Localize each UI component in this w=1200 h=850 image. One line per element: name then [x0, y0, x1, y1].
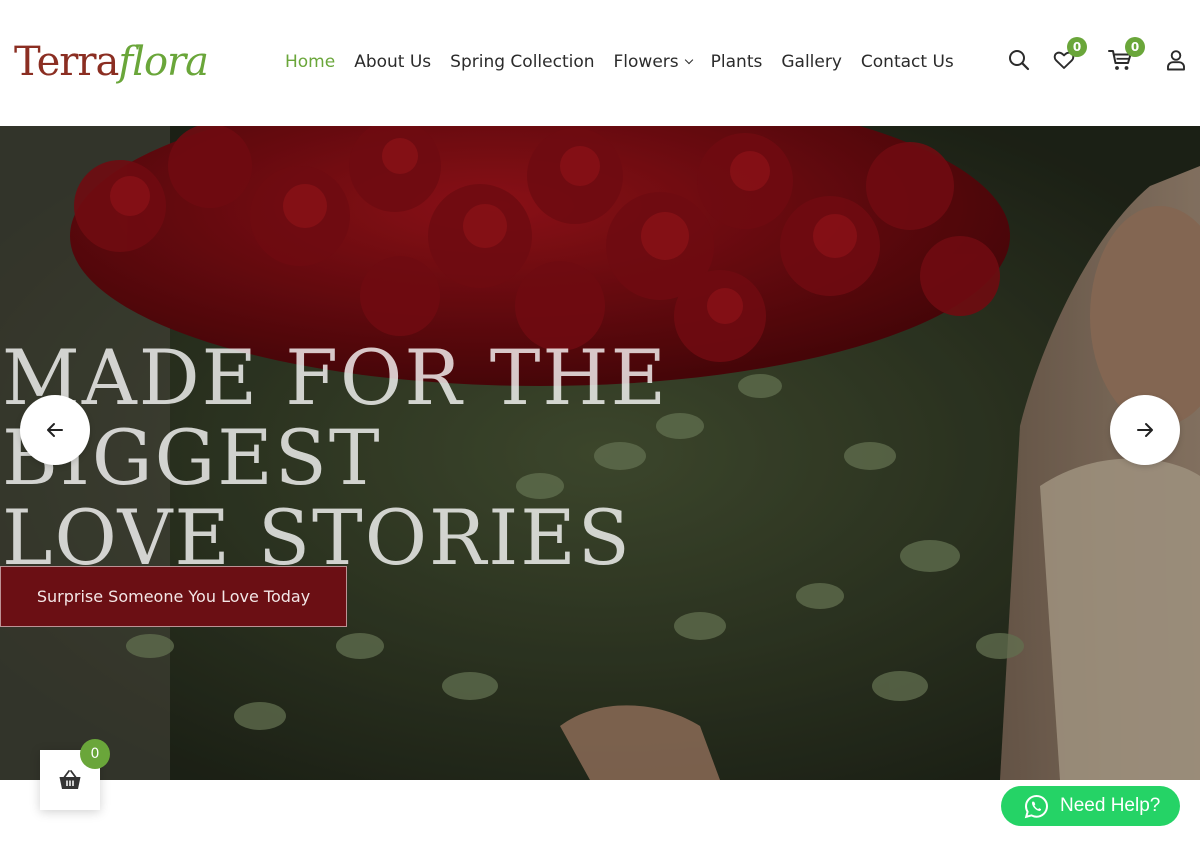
- nav-item-contact-us[interactable]: Contact Us: [861, 52, 954, 72]
- whatsapp-icon: [1024, 794, 1049, 818]
- cart-count-badge: 0: [1125, 37, 1145, 57]
- logo-text-flora: flora: [118, 39, 209, 85]
- nav-item-plants[interactable]: Plants: [711, 52, 763, 72]
- arrow-right-icon: [1137, 423, 1153, 437]
- whatsapp-help-button[interactable]: Need Help?: [1001, 786, 1180, 826]
- whatsapp-help-label: Need Help?: [1060, 795, 1161, 816]
- wishlist-count-badge: 0: [1067, 37, 1087, 57]
- site-logo[interactable]: Terra flora: [14, 36, 209, 88]
- slider-prev-button[interactable]: [20, 395, 90, 465]
- site-header: Terra flora Home About Us Spring Collecti…: [0, 0, 1200, 126]
- account-button[interactable]: [1162, 46, 1190, 74]
- nav-item-about-us[interactable]: About Us: [354, 52, 431, 72]
- nav-item-flowers[interactable]: Flowers: [613, 52, 693, 72]
- hero-headline-line-2: BIGGEST: [2, 413, 382, 502]
- basket-icon: [59, 770, 81, 789]
- floating-cart-count-badge: 0: [80, 739, 110, 769]
- main-nav: Home About Us Spring Collection Flowers …: [285, 48, 973, 76]
- chevron-down-icon: [684, 55, 693, 65]
- search-button[interactable]: [1005, 46, 1033, 74]
- user-icon: [1167, 50, 1185, 71]
- search-icon: [1009, 50, 1030, 71]
- logo-text-terra: Terra: [14, 39, 119, 85]
- nav-item-gallery[interactable]: Gallery: [781, 52, 842, 72]
- nav-item-spring-collection[interactable]: Spring Collection: [450, 52, 594, 72]
- nav-item-flowers-label: Flowers: [613, 52, 679, 72]
- slider-next-button[interactable]: [1110, 395, 1180, 465]
- hero-headline: MADE FOR THE BIGGEST LOVE STORIES: [2, 338, 668, 578]
- hero-cta-button[interactable]: Surprise Someone You Love Today: [0, 566, 347, 627]
- arrow-left-icon: [47, 423, 63, 437]
- nav-item-home[interactable]: Home: [285, 52, 335, 72]
- hero-slider: MADE FOR THE BIGGEST LOVE STORIES Surpri…: [0, 126, 1200, 780]
- hero-headline-line-1: MADE FOR THE: [2, 333, 669, 422]
